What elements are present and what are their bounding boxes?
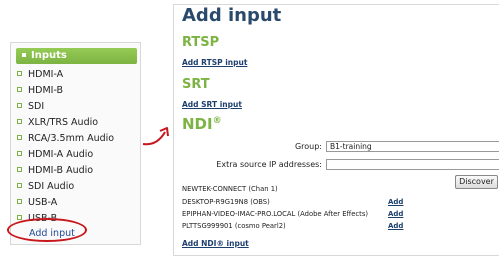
sidebar-item-hdmi-b-audio[interactable]: HDMI-B Audio	[17, 163, 139, 178]
sidebar-header-inputs[interactable]: Inputs	[16, 48, 137, 64]
extra-source-ip-input[interactable]	[326, 159, 499, 170]
square-bullet-icon	[17, 215, 22, 220]
sidebar-item-label: HDMI-B	[28, 85, 64, 96]
rtsp-heading: RTSP	[182, 35, 220, 50]
add-source-link[interactable]: Add	[388, 198, 403, 206]
square-bullet-icon	[17, 87, 22, 92]
sidebar-header-label: Inputs	[31, 50, 67, 61]
square-bullet-icon	[17, 71, 22, 76]
square-bullet-icon	[17, 183, 22, 188]
sidebar-item-usb-a[interactable]: USB-A	[17, 195, 139, 210]
square-bullet-icon	[17, 151, 22, 156]
srt-heading: SRT	[182, 77, 210, 92]
ndi-source-row: PLTTSG999901 (cosmo Pearl2)	[182, 222, 286, 230]
registered-mark: ®	[212, 116, 222, 126]
sidebar-item-hdmi-a[interactable]: HDMI-A	[17, 67, 139, 82]
highlight-oval	[7, 218, 87, 242]
sidebar-item-label: HDMI-A	[28, 69, 64, 80]
add-input-panel: Add input RTSP Add RTSP input SRT Add SR…	[173, 4, 499, 256]
sidebar-item-label: USB-A	[28, 197, 58, 208]
ndi-source-row: NEWTEK-CONNECT (Chan 1)	[182, 185, 278, 193]
ndi-heading: NDI®	[182, 115, 222, 133]
square-bullet-icon	[17, 135, 22, 140]
sidebar-item-hdmi-b[interactable]: HDMI-B	[17, 83, 139, 98]
add-rtsp-input-link[interactable]: Add RTSP input	[182, 58, 247, 67]
sidebar-item-rca-audio[interactable]: RCA/3.5mm Audio	[17, 131, 139, 146]
add-srt-input-link[interactable]: Add SRT input	[182, 100, 242, 109]
bullet-icon	[22, 53, 26, 57]
group-input[interactable]	[326, 141, 499, 152]
inputs-sidebar: Inputs HDMI-A HDMI-B SDI XLR/TRS Audio R…	[10, 42, 141, 245]
add-ndi-input-link[interactable]: Add NDI® input	[182, 239, 249, 248]
sidebar-item-sdi-audio[interactable]: SDI Audio	[17, 179, 139, 194]
page-title: Add input	[182, 5, 282, 26]
sidebar-item-sdi[interactable]: SDI	[17, 99, 139, 114]
sidebar-item-label: SDI Audio	[28, 181, 75, 192]
sidebar-item-xlr-trs-audio[interactable]: XLR/TRS Audio	[17, 115, 139, 130]
square-bullet-icon	[17, 167, 22, 172]
group-label: Group:	[294, 142, 322, 151]
sidebar-item-label: XLR/TRS Audio	[28, 117, 99, 128]
square-bullet-icon	[17, 119, 22, 124]
sidebar-item-label: HDMI-A Audio	[28, 149, 94, 160]
sidebar-item-label: SDI	[28, 101, 45, 112]
square-bullet-icon	[17, 199, 22, 204]
ndi-heading-text: NDI	[182, 115, 213, 133]
discover-button[interactable]: Discover	[455, 175, 498, 189]
extra-source-ip-label: Extra source IP addresses:	[216, 160, 322, 169]
square-bullet-icon	[17, 103, 22, 108]
curved-arrow-icon	[142, 127, 169, 146]
sidebar-item-label: HDMI-B Audio	[28, 165, 94, 176]
ndi-source-row: EPIPHAN-VIDEO-IMAC-PRO.LOCAL (Adobe Afte…	[182, 210, 369, 218]
sidebar-item-hdmi-a-audio[interactable]: HDMI-A Audio	[17, 147, 139, 162]
sidebar-item-label: RCA/3.5mm Audio	[28, 133, 115, 144]
add-source-link[interactable]: Add	[388, 222, 403, 230]
ndi-source-row: DESKTOP-R9G19N8 (OBS)	[182, 198, 270, 206]
add-source-link[interactable]: Add	[388, 210, 403, 218]
